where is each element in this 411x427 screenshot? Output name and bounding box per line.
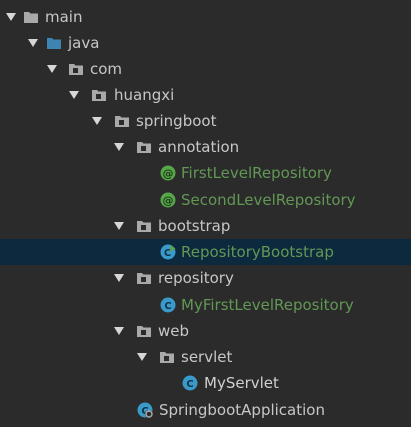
- tree-node-my-first-level-repository[interactable]: C MyFirstLevelRepository: [0, 292, 411, 318]
- tree-node-springboot[interactable]: springboot: [0, 108, 411, 134]
- tree-node-label: SecondLevelRepository: [181, 191, 356, 209]
- chevron-down-icon[interactable]: [114, 327, 124, 335]
- tree-node-label: servlet: [181, 348, 233, 366]
- tree-node-huangxi[interactable]: huangxi: [0, 82, 411, 108]
- tree-node-bootstrap[interactable]: bootstrap: [0, 213, 411, 239]
- tree-node-com[interactable]: com: [0, 56, 411, 82]
- chevron-down-icon[interactable]: [137, 353, 147, 361]
- class-icon: C: [182, 375, 198, 391]
- tree-node-label: MyServlet: [204, 374, 279, 392]
- chevron-down-icon[interactable]: [47, 65, 57, 73]
- tree-node-label: java: [68, 34, 100, 52]
- tree-node-label: SpringbootApplication: [159, 401, 325, 419]
- svg-text:C: C: [164, 301, 171, 312]
- runnable-class-icon: C: [160, 244, 176, 260]
- svg-text:C: C: [186, 379, 193, 390]
- package-icon: [92, 90, 106, 101]
- chevron-down-icon[interactable]: [28, 39, 38, 47]
- annotation-icon: @: [160, 192, 176, 208]
- project-tree: main java com huangxi springboot annotat…: [0, 0, 411, 427]
- chevron-down-icon[interactable]: [114, 222, 124, 230]
- tree-node-label: RepositoryBootstrap: [181, 243, 334, 261]
- chevron-down-icon[interactable]: [69, 91, 79, 99]
- tree-node-label: main: [45, 8, 83, 26]
- chevron-down-icon[interactable]: [114, 274, 124, 282]
- tree-node-label: web: [158, 322, 190, 340]
- chevron-down-icon[interactable]: [6, 13, 16, 21]
- annotation-icon: @: [160, 165, 176, 181]
- tree-node-java[interactable]: java: [0, 30, 411, 56]
- tree-node-label: FirstLevelRepository: [181, 164, 332, 182]
- package-icon: [137, 142, 151, 153]
- source-folder-icon: [47, 38, 61, 49]
- tree-node-label: MyFirstLevelRepository: [181, 296, 354, 314]
- package-icon: [69, 64, 83, 75]
- svg-text:@: @: [163, 194, 174, 207]
- tree-node-second-level-repository[interactable]: @ SecondLevelRepository: [0, 187, 411, 213]
- package-icon: [115, 116, 129, 127]
- tree-node-label: bootstrap: [158, 217, 231, 235]
- tree-node-servlet[interactable]: servlet: [0, 344, 411, 370]
- tree-node-label: annotation: [158, 138, 240, 156]
- package-icon: [137, 326, 151, 337]
- spring-boot-app-icon: C: [137, 402, 153, 418]
- tree-node-label: repository: [158, 269, 234, 287]
- tree-node-annotation[interactable]: annotation: [0, 134, 411, 160]
- package-icon: [137, 221, 151, 232]
- package-icon: [137, 273, 151, 284]
- chevron-down-icon[interactable]: [92, 117, 102, 125]
- tree-node-first-level-repository[interactable]: @ FirstLevelRepository: [0, 160, 411, 186]
- svg-text:@: @: [163, 167, 174, 180]
- package-icon: [160, 352, 174, 363]
- tree-node-label: springboot: [136, 112, 217, 130]
- tree-node-label: com: [90, 60, 123, 78]
- tree-node-my-servlet[interactable]: C MyServlet: [0, 370, 411, 396]
- folder-icon: [24, 12, 38, 23]
- chevron-down-icon[interactable]: [114, 143, 124, 151]
- tree-node-web[interactable]: web: [0, 318, 411, 344]
- tree-node-repository-bootstrap[interactable]: C RepositoryBootstrap: [0, 239, 411, 265]
- class-icon: C: [160, 297, 176, 313]
- tree-node-label: huangxi: [114, 86, 175, 104]
- tree-node-springboot-application[interactable]: C SpringbootApplication: [0, 397, 411, 423]
- tree-node-repository[interactable]: repository: [0, 265, 411, 291]
- tree-node-main[interactable]: main: [0, 4, 411, 30]
